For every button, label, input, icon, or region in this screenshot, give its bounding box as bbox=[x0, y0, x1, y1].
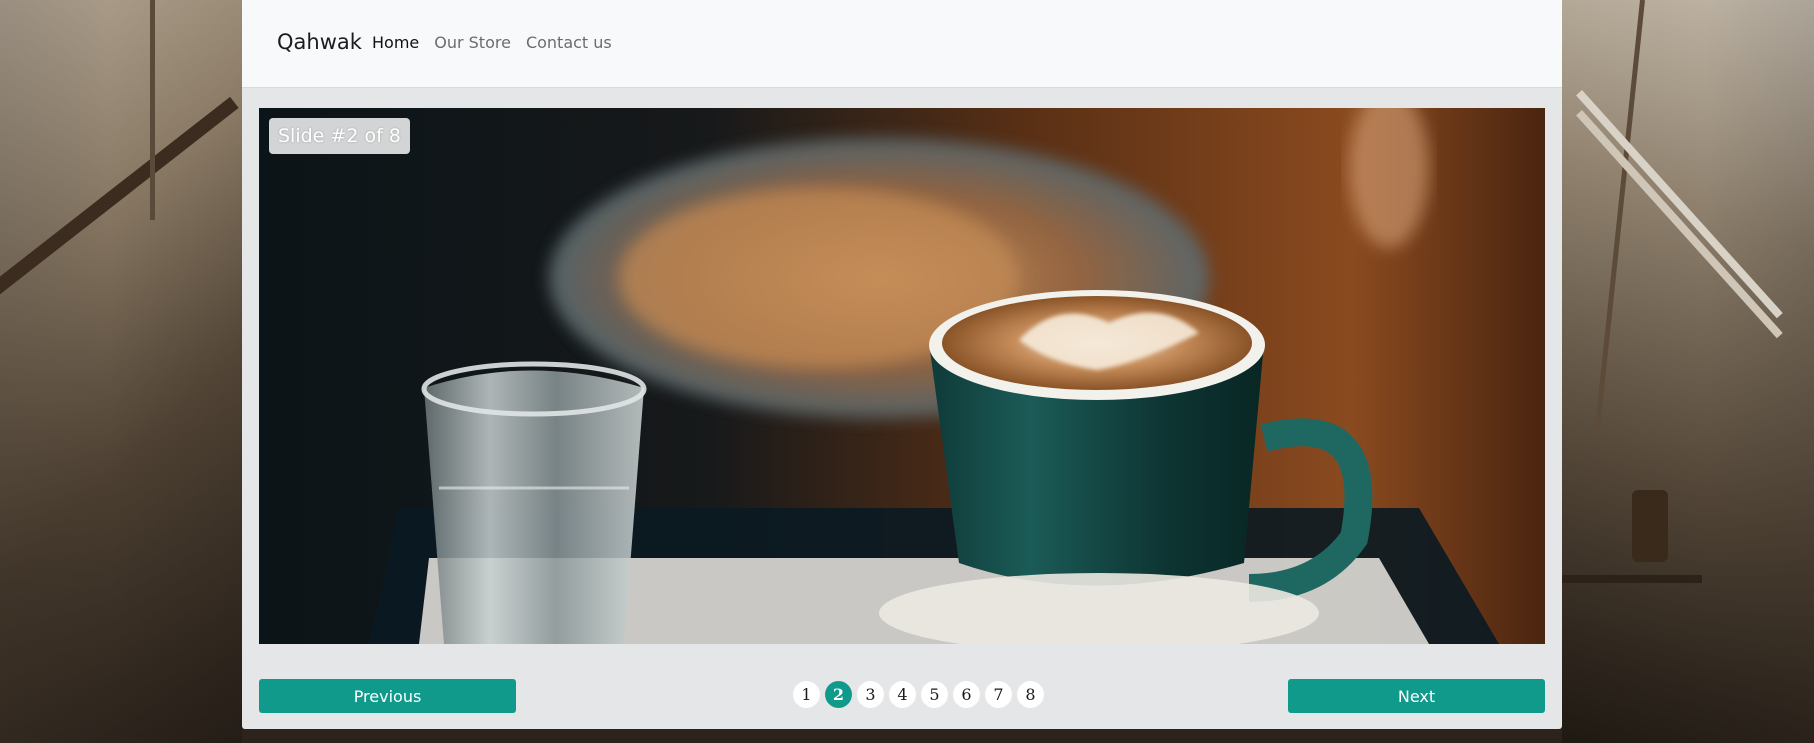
navbar: Qahwak Home Our Store Contact us bbox=[242, 0, 1562, 88]
slide-dot-4[interactable]: 4 bbox=[889, 681, 916, 708]
slide-counter-text: Slide #2 of 8 bbox=[278, 125, 401, 147]
stair-rail bbox=[0, 96, 239, 312]
wall-pipe bbox=[150, 0, 155, 220]
slide-counter-badge: Slide #2 of 8 bbox=[269, 118, 410, 154]
nav-links: Home Our Store Contact us bbox=[372, 33, 612, 52]
background-right-scene bbox=[1562, 0, 1814, 743]
coffee-photo bbox=[259, 108, 1545, 644]
wall-pole bbox=[1594, 0, 1645, 438]
wall-shelf bbox=[1562, 575, 1702, 583]
slide-dot-5[interactable]: 5 bbox=[921, 681, 948, 708]
slide-dot-1[interactable]: 1 bbox=[793, 681, 820, 708]
slide-dot-3[interactable]: 3 bbox=[857, 681, 884, 708]
previous-button[interactable]: Previous bbox=[259, 679, 516, 713]
background-left-scene bbox=[0, 0, 242, 743]
slide-dot-7[interactable]: 7 bbox=[985, 681, 1012, 708]
nav-link-home[interactable]: Home bbox=[372, 33, 419, 52]
wall-pipe-upper bbox=[1576, 90, 1783, 319]
nav-link-contact-us[interactable]: Contact us bbox=[526, 33, 612, 52]
next-button[interactable]: Next bbox=[1288, 679, 1545, 713]
brand-logo[interactable]: Qahwak bbox=[277, 30, 362, 54]
slide-image: Slide #2 of 8 bbox=[259, 108, 1545, 644]
slide-pagination: 1 2 3 4 5 6 7 8 bbox=[793, 681, 1044, 708]
slide-dot-2[interactable]: 2 bbox=[825, 681, 852, 708]
slider-panel: Slide #2 of 8 Previous 1 2 3 4 5 6 7 8 N… bbox=[242, 88, 1562, 729]
slide-dot-8[interactable]: 8 bbox=[1017, 681, 1044, 708]
shelf-jar bbox=[1632, 490, 1668, 562]
slide-dot-6[interactable]: 6 bbox=[953, 681, 980, 708]
nav-link-our-store[interactable]: Our Store bbox=[434, 33, 511, 52]
slider-controls: Previous 1 2 3 4 5 6 7 8 Next bbox=[259, 679, 1545, 713]
